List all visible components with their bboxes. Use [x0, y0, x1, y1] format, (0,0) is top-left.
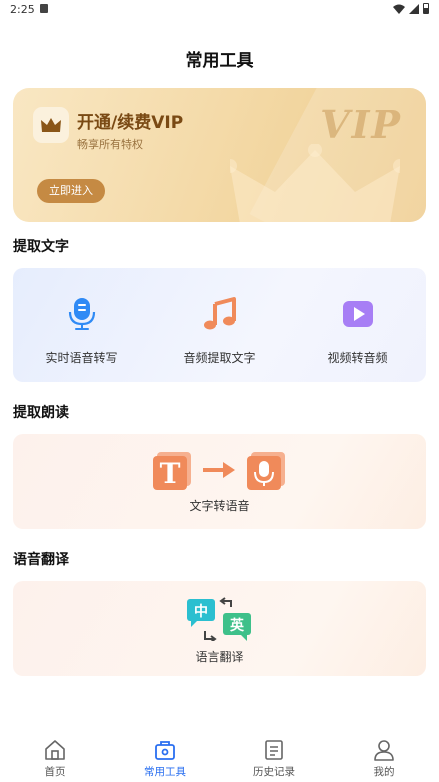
wifi-icon [393, 4, 405, 14]
tab-home[interactable]: 首页 [15, 730, 95, 782]
vip-crown-badge [33, 107, 69, 143]
tab-label: 首页 [44, 766, 66, 778]
lang-b-label: 英 [229, 617, 245, 634]
tab-history[interactable]: 历史记录 [234, 730, 314, 782]
bottom-tab-bar: 首页 常用工具 历史记录 我的 [0, 730, 439, 782]
text-glyph: T [160, 457, 181, 490]
tool-label: 语言翻译 [195, 650, 244, 664]
vip-banner[interactable]: VIP 开通/续费VIP 畅享所有特权 立即进入 [13, 88, 426, 222]
section-title-translate: 语音翻译 [13, 552, 69, 568]
tool-label: 实时语音转写 [45, 351, 118, 365]
lang-a-label: 中 [194, 603, 208, 620]
notification-icon [40, 4, 48, 13]
vip-watermark: VIP [320, 102, 402, 147]
section-title-extract-text: 提取文字 [13, 239, 69, 255]
microphone-icon [68, 298, 95, 330]
tool-video-to-audio[interactable]: 视频转音频 [289, 268, 426, 382]
music-note-icon [203, 297, 236, 330]
tool-realtime-transcribe[interactable]: 实时语音转写 [13, 268, 150, 382]
extract-text-card: 实时语音转写 音频提取文字 视频转音频 [13, 268, 426, 382]
vip-enter-button[interactable]: 立即进入 [37, 179, 105, 203]
vip-title: 开通/续费VIP [77, 113, 184, 133]
text-to-speech-icon: T [153, 452, 285, 490]
tab-label: 历史记录 [253, 766, 295, 778]
status-icons [393, 3, 429, 14]
status-bar: 2:25 [0, 0, 439, 20]
tab-tools[interactable]: 常用工具 [125, 730, 205, 782]
section-title-read-aloud: 提取朗读 [13, 405, 69, 421]
tab-profile[interactable]: 我的 [344, 730, 424, 782]
text-to-speech-card[interactable]: T 文字转语音 [13, 434, 426, 529]
translate-icon: 中 英 [187, 597, 251, 641]
video-play-icon [342, 301, 373, 327]
signal-icon [409, 3, 419, 14]
tool-label: 音频提取文字 [183, 351, 256, 365]
crown-icon [41, 118, 61, 132]
crown-watermark-icon [230, 144, 400, 222]
user-icon [374, 740, 394, 761]
tool-label: 视频转音频 [327, 351, 388, 365]
page-title: 常用工具 [185, 51, 254, 71]
tab-label: 我的 [373, 766, 395, 778]
home-icon [45, 740, 65, 760]
toolbox-icon [155, 741, 175, 760]
translate-card[interactable]: 中 英 语言翻译 [13, 581, 426, 676]
tool-label: 文字转语音 [189, 499, 250, 513]
vip-subtitle: 畅享所有特权 [77, 138, 143, 151]
document-icon [265, 740, 283, 760]
tool-audio-extract-text[interactable]: 音频提取文字 [151, 268, 288, 382]
battery-icon [423, 3, 429, 14]
tab-label: 常用工具 [144, 766, 186, 778]
status-time: 2:25 [10, 3, 35, 16]
